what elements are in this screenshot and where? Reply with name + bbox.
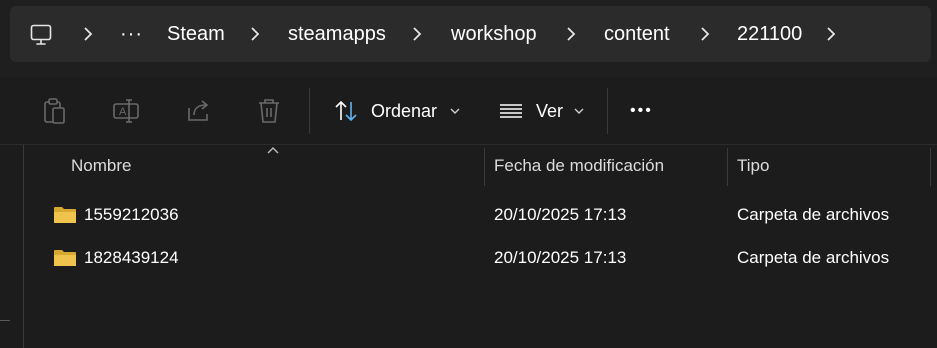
column-name[interactable]: Nombre [71,145,131,187]
toolbar-separator [309,88,310,134]
folder-icon [54,250,76,266]
chevron-down-icon [574,108,584,114]
file-type: Carpeta de archivos [737,205,890,224]
sort-ascending-icon[interactable] [266,145,280,155]
sort-label: Ordenar [371,100,438,121]
rename-icon[interactable]: A [111,96,141,126]
breadcrumb-steamapps[interactable]: steamapps [288,6,386,62]
address-area: ··· Steam steamapps workshop content 221… [0,0,937,78]
more-options-label: ••• [630,102,653,119]
breadcrumb-steam[interactable]: Steam [167,6,225,62]
file-row[interactable]: 1559212036 20/10/2025 17:13 Carpeta de a… [24,195,937,235]
column-separator[interactable] [484,148,485,186]
sort-button[interactable]: Ordenar [333,94,461,128]
more-options-button[interactable]: ••• [630,94,653,128]
address-bar[interactable]: ··· Steam steamapps workshop content 221… [10,6,931,62]
file-row[interactable]: 1828439124 20/10/2025 17:13 Carpeta de a… [24,238,937,278]
share-icon[interactable] [184,96,214,126]
breadcrumb-workshop[interactable]: workshop [451,6,537,62]
view-label: Ver [536,100,564,121]
breadcrumb-content[interactable]: content [604,6,670,62]
file-name[interactable]: 1828439124 [84,238,179,278]
chevron-right-icon[interactable] [822,25,840,43]
command-bar: A Ordenar Ver ••• [0,78,937,145]
chevron-down-icon [450,108,460,114]
chevron-right-icon[interactable] [408,25,426,43]
chevron-right-icon[interactable] [562,25,580,43]
column-header: Nombre Fecha de modificación Tipo [24,145,937,187]
column-date[interactable]: Fecha de modificación [494,145,664,187]
column-separator[interactable] [727,148,728,186]
chevron-right-icon[interactable] [79,25,97,43]
delete-icon[interactable] [254,96,284,126]
file-date: 20/10/2025 17:13 [494,205,627,224]
view-button[interactable]: Ver [498,94,585,128]
file-date: 20/10/2025 17:13 [494,248,627,267]
chevron-right-icon[interactable] [696,25,714,43]
toolbar-separator [607,88,608,134]
navigation-pane[interactable] [0,145,24,348]
paste-icon[interactable] [39,96,69,126]
sort-icon [335,100,357,122]
breadcrumb-more[interactable]: ··· [120,6,143,62]
breadcrumb-221100[interactable]: 221100 [737,6,802,62]
folder-icon [54,207,76,223]
file-name[interactable]: 1559212036 [84,195,179,235]
view-icon [500,104,522,118]
chevron-right-icon[interactable] [246,25,264,43]
computer-icon[interactable] [30,24,52,46]
column-type[interactable]: Tipo [737,145,769,187]
file-type: Carpeta de archivos [737,248,890,267]
navigation-pane-divider [0,320,10,321]
svg-text:A: A [119,106,127,118]
column-separator[interactable] [930,148,931,186]
